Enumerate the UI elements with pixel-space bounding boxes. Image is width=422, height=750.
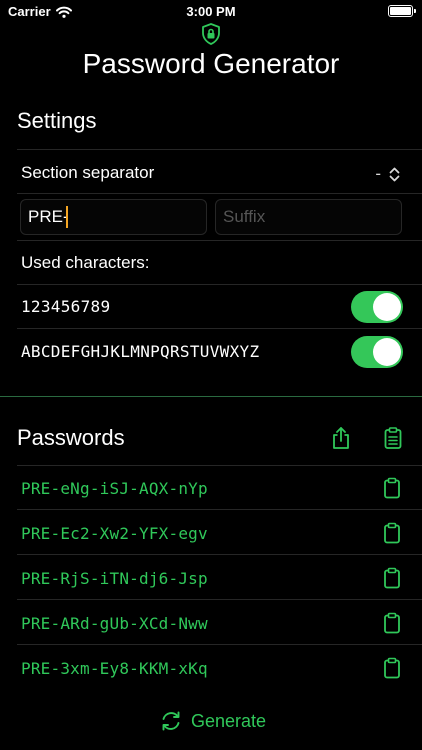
section-separator-picker[interactable]: - xyxy=(375,164,400,184)
divider xyxy=(17,240,422,241)
divider xyxy=(17,599,422,600)
refresh-icon xyxy=(162,711,180,731)
clipboard-icon[interactable] xyxy=(383,657,401,679)
copy-all-icon[interactable] xyxy=(382,426,404,450)
separator-value: - xyxy=(375,164,381,183)
clipboard-icon[interactable] xyxy=(383,477,401,499)
section-divider xyxy=(0,396,422,397)
password-item: PRE-Ec2-Xw2-YFX-egv xyxy=(21,524,208,543)
divider xyxy=(17,465,422,466)
charset-letters-toggle[interactable] xyxy=(351,336,403,368)
page-title: Password Generator xyxy=(82,48,340,79)
chevron-up-down-icon xyxy=(389,167,400,181)
clipboard-icon[interactable] xyxy=(383,612,401,634)
section-separator-label: Section separator xyxy=(21,163,155,182)
divider xyxy=(17,328,422,329)
password-item: PRE-3xm-Ey8-KKM-xKq xyxy=(21,659,208,678)
used-characters-label: Used characters: xyxy=(21,253,150,272)
share-icon[interactable] xyxy=(330,426,352,450)
divider xyxy=(17,644,422,645)
generate-label: Generate xyxy=(191,710,267,731)
settings-header: Settings xyxy=(17,108,97,133)
charset-digits-label: 123456789 xyxy=(21,297,111,316)
suffix-input[interactable] xyxy=(215,199,402,235)
divider xyxy=(17,149,422,150)
status-time: 3:00 PM xyxy=(186,4,236,19)
status-bar: Carrier 3:00 PM xyxy=(0,0,422,24)
divider xyxy=(17,284,422,285)
prefix-input[interactable] xyxy=(20,199,207,235)
text-caret xyxy=(66,206,68,228)
divider xyxy=(17,193,422,194)
password-item: PRE-ARd-gUb-XCd-Nww xyxy=(21,614,208,633)
password-item: PRE-RjS-iTN-dj6-Jsp xyxy=(21,569,208,588)
battery-icon xyxy=(388,5,416,17)
charset-digits-toggle[interactable] xyxy=(351,291,403,323)
passwords-header: Passwords xyxy=(17,425,125,450)
generate-button[interactable]: Generate xyxy=(160,710,266,732)
password-item: PRE-eNg-iSJ-AQX-nYp xyxy=(21,479,208,498)
divider xyxy=(17,554,422,555)
clipboard-icon[interactable] xyxy=(383,567,401,589)
charset-letters-label: ABCDEFGHJKLMNPQRSTUVWXYZ xyxy=(21,342,260,361)
clipboard-icon[interactable] xyxy=(383,522,401,544)
divider xyxy=(17,509,422,510)
shield-lock-icon xyxy=(202,23,220,45)
